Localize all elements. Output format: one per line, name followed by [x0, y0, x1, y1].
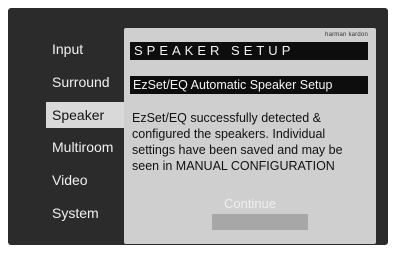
brand-label: harman kardon [325, 32, 368, 38]
continue-label: Continue [223, 196, 277, 211]
main-menu: Input Surround Speaker Multiroom Video S… [26, 26, 146, 236]
speaker-setup-dialog: harman kardon SPEAKER SETUP EzSet/EQ Aut… [124, 28, 376, 244]
continue-button[interactable] [212, 214, 308, 230]
dialog-title: SPEAKER SETUP [130, 42, 368, 60]
dialog-subtitle: EzSet/EQ Automatic Speaker Setup [130, 76, 368, 94]
tv-screen: Input Surround Speaker Multiroom Video S… [8, 8, 388, 245]
status-message: EzSet/EQ successfully detected & configu… [132, 111, 343, 173]
